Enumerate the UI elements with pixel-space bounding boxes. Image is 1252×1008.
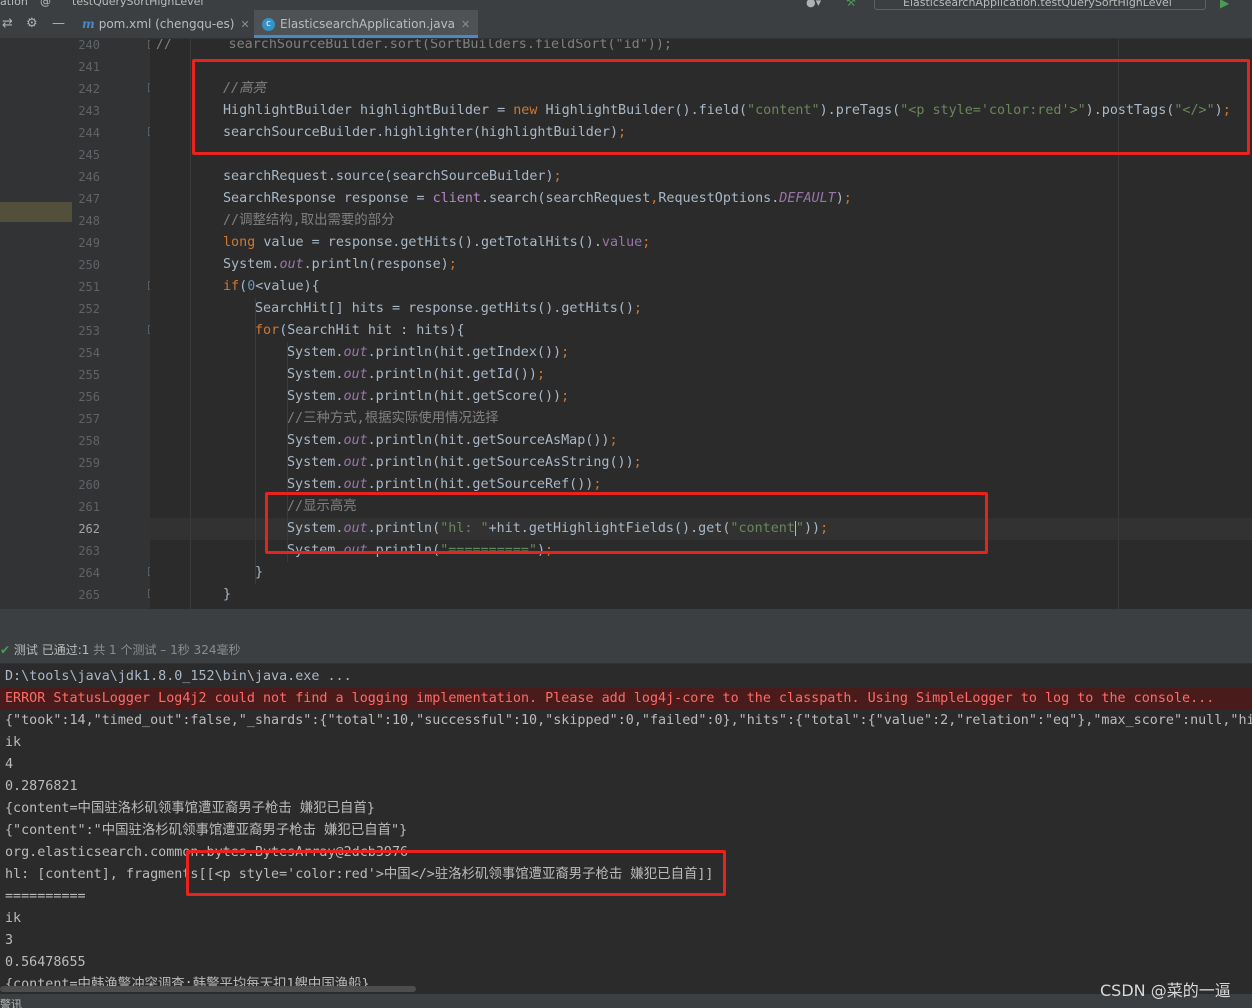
console-line: 0.2876821 [5, 779, 78, 794]
code-line-240: // searchSourceBuilder.sort(SortBuilders… [156, 39, 672, 52]
line-number-current: 262 [78, 522, 100, 536]
tab-label: ElasticsearchApplication.java [280, 17, 456, 31]
line-number: 249 [78, 236, 100, 250]
console-error-line: ERROR StatusLogger Log4j2 could not find… [5, 691, 1215, 706]
status-text: 警讯 [0, 998, 22, 1008]
line-number: 254 [78, 346, 100, 360]
test-passed-check-icon: ✔ [0, 643, 11, 657]
line-number: 246 [78, 170, 100, 184]
console-line: ik [5, 735, 22, 750]
code-line-265: } [223, 587, 232, 602]
line-number-gutter[interactable]: 240 241 242 243 244 245 246 247 248 249 … [72, 38, 151, 609]
indent-guide [190, 39, 191, 609]
console-line: ========== [5, 889, 86, 904]
line-number: 245 [78, 148, 100, 162]
line-number: 247 [78, 192, 100, 206]
maven-icon: m [82, 17, 95, 31]
close-icon[interactable]: ✕ [240, 18, 249, 31]
code-line-246: searchRequest.source(searchSourceBuilder… [223, 169, 562, 184]
build-icon[interactable]: ⚒ [846, 0, 856, 9]
code-line-248: //调整结构,取出需要的部分 [223, 213, 395, 228]
line-number: 265 [78, 588, 100, 602]
split-icon[interactable]: ⇄ [2, 16, 13, 31]
line-number: 244 [78, 126, 100, 140]
console-line: D:\tools\java\jdk1.8.0_152\bin\java.exe … [5, 669, 352, 684]
code-line-255: System.out.println(hit.getId()); [287, 367, 545, 382]
highlight-annotation-box [265, 492, 988, 554]
run-config-label: ElasticsearchApplication.testQuerySortHi… [903, 0, 1172, 9]
run-config-select[interactable]: ElasticsearchApplication.testQuerySortHi… [874, 0, 1206, 10]
user-icon[interactable]: ●▾ [806, 0, 821, 9]
test-status-label: 测试 已通过: [13, 643, 82, 657]
line-number: 242 [78, 82, 100, 96]
console-line: 3 [5, 933, 14, 948]
line-number: 240 [78, 38, 100, 52]
test-summary: 共 1 个测试 – 1秒 324毫秒 [93, 643, 241, 657]
code-line-252: SearchHit[] hits = response.getHits().ge… [255, 301, 642, 316]
line-number: 258 [78, 434, 100, 448]
minimize-icon[interactable]: — [52, 16, 65, 31]
line-number: 257 [78, 412, 100, 426]
code-line-251: if(0<value){ [223, 279, 320, 294]
code-line-254: System.out.println(hit.getIndex()); [287, 345, 570, 360]
run-console[interactable]: D:\tools\java\jdk1.8.0_152\bin\java.exe … [0, 664, 1252, 994]
project-fragment: ation [0, 0, 28, 8]
console-line: {"content":"中国驻洛杉矶领事馆遭亚裔男子枪击 嫌犯已自首"} [5, 823, 408, 838]
console-line: {content=中国驻洛杉矶领事馆遭亚裔男子枪击 嫌犯已自首} [5, 801, 375, 816]
line-number: 253 [78, 324, 100, 338]
module-fragment: @ [40, 0, 51, 8]
line-number: 260 [78, 478, 100, 492]
line-number: 241 [78, 60, 100, 74]
tab-pom-xml[interactable]: m pom.xml (chengqu-es) ✕ [74, 10, 258, 38]
run-icon[interactable]: ▶ [1220, 0, 1229, 10]
line-number: 261 [78, 500, 100, 514]
line-number: 252 [78, 302, 100, 316]
run-panel-header: ✔ 测试 已通过:1 共 1 个测试 – 1秒 324毫秒 [0, 637, 1252, 664]
test-passed-count: 1 [81, 643, 90, 657]
code-line-258: System.out.println(hit.getSourceAsMap())… [287, 433, 618, 448]
line-number: 248 [78, 214, 100, 228]
editor-tab-bar: ⇄ ⚙ — m pom.xml (chengqu-es) ✕ c Elasticsea… [0, 10, 1252, 39]
code-line-259: System.out.println(hit.getSourceAsString… [287, 455, 642, 470]
line-number: 264 [78, 566, 100, 580]
highlight-annotation-box [192, 59, 1250, 155]
line-number: 251 [78, 280, 100, 294]
console-line: {"took":14,"timed_out":false,"_shards":{… [5, 713, 1252, 728]
code-line-264: } [255, 565, 264, 580]
code-line-247: SearchResponse response = client.search(… [223, 191, 852, 206]
selected-row-highlight [0, 202, 72, 222]
code-line-256: System.out.println(hit.getScore()); [287, 389, 570, 404]
panel-divider[interactable] [0, 609, 1252, 637]
watermark: CSDN @菜的一逼 [1100, 981, 1231, 1000]
gear-icon[interactable]: ⚙ [26, 16, 38, 31]
console-line: ik [5, 911, 22, 926]
java-class-icon: c [262, 18, 275, 31]
console-line: 4 [5, 757, 14, 772]
highlight-annotation-box [186, 850, 726, 896]
console-horizontal-scrollbar[interactable] [0, 986, 416, 992]
line-number: 263 [78, 544, 100, 558]
code-line-257: //三种方式,根据实际使用情况选择 [287, 411, 499, 426]
console-line: 0.56478655 [5, 955, 86, 970]
line-number: 243 [78, 104, 100, 118]
code-line-253: for(SearchHit hit : hits){ [255, 323, 465, 338]
line-number: 259 [78, 456, 100, 470]
title-strip: ation @ testQuerySortHighLevel ●▾ ⚒ Elas… [0, 0, 1252, 10]
status-bar: 警讯 [0, 994, 1252, 1008]
line-number: 250 [78, 258, 100, 272]
tab-label: pom.xml (chengqu-es) [98, 17, 235, 31]
breadcrumb-method[interactable]: testQuerySortHighLevel [72, 0, 203, 8]
tab-elasticsearch-application[interactable]: c ElasticsearchApplication.java ✕ [254, 10, 479, 38]
code-line-249: long value = response.getHits().getTotal… [223, 235, 651, 250]
close-icon[interactable]: ✕ [461, 18, 470, 31]
project-panel-edge [0, 39, 72, 609]
code-line-250: System.out.println(response); [223, 257, 457, 272]
line-number: 255 [78, 368, 100, 382]
line-number: 256 [78, 390, 100, 404]
